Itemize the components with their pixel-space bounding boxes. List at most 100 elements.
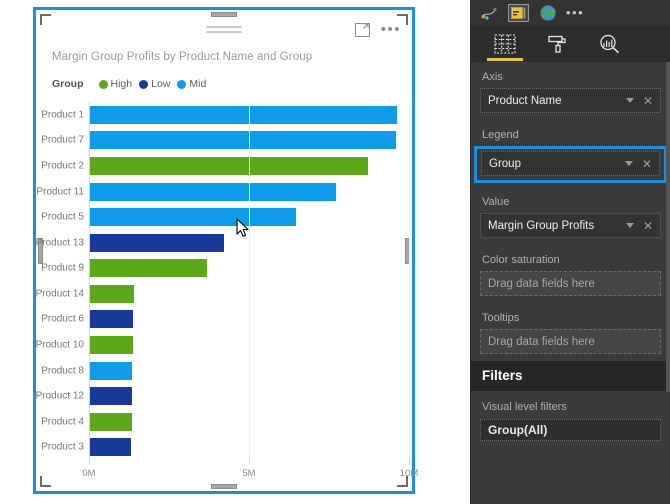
well-label: Tooltips [482,312,520,324]
category-label: Product 6 [41,313,84,325]
chart-legend: Group High Low Mid [52,78,206,90]
pane-scrollbar[interactable] [666,62,670,392]
category-label: Product 3 [41,441,84,453]
gridline [249,102,250,460]
bar[interactable] [90,361,133,380]
bar[interactable] [90,387,132,406]
well-label: Color saturation [482,254,560,266]
bar[interactable] [90,310,134,329]
axis-tick [249,460,250,465]
visual-level-filters-label: Visual level filters [482,401,567,413]
report-canvas[interactable]: ••• Margin Group Profits by Product Name… [0,0,470,504]
bar[interactable] [90,335,133,354]
visualizations-pane[interactable]: ••• Axis Product Name ✕ Legend Group ✕ V… [470,0,670,504]
scatter-chart-icon[interactable] [479,4,500,22]
well-field-chip[interactable]: Margin Group Profits ✕ [480,213,661,238]
well-field-name: Group [489,157,521,170]
well-highlight-frame[interactable]: Group ✕ [474,146,667,183]
filter-item-group[interactable]: Group(All) [480,419,661,441]
category-label: Product 5 [41,211,84,223]
resize-handle-top[interactable] [211,12,237,17]
well-label: Axis [482,71,503,83]
category-label: Product 13 [35,237,84,249]
filters-heading: Filters [471,361,670,391]
bar[interactable] [90,156,369,175]
legend-item-high[interactable]: High [98,78,133,90]
bar[interactable] [90,412,132,431]
legend-label-low: Low [151,78,171,90]
bar[interactable] [90,259,207,278]
well-field-name: Drag data fields here [488,335,595,348]
value-axis: 0M 5M 10M [82,460,418,484]
well-label: Legend [482,129,519,141]
well-field-chip[interactable]: Group ✕ [481,151,660,176]
well-dropzone[interactable]: Drag data fields here [480,271,661,296]
resize-handle-bottom[interactable] [211,484,237,489]
category-label: Product 14 [35,288,84,300]
bar[interactable] [90,233,225,252]
bar[interactable] [90,182,337,201]
legend-swatch-low [139,79,149,89]
bar[interactable] [90,105,398,124]
fields-tab[interactable] [487,30,523,61]
legend-item-low[interactable]: Low [139,78,170,90]
legend-label-high: High [110,78,133,90]
map-visual-icon[interactable] [537,4,558,22]
category-label: Product 9 [41,262,84,274]
well-field-name: Product Name [488,94,562,107]
close-icon[interactable]: ✕ [642,158,652,170]
well-label: Value [482,196,510,208]
chart-plot-area[interactable]: Product 1 Product 7 Product 2 Product 11 Pro… [36,102,418,484]
focus-mode-icon[interactable] [354,22,370,38]
legend-label-mid: Mid [189,78,207,90]
category-label: Product 1 [41,109,84,121]
category-label: Product 4 [41,416,84,428]
axis-tick [89,460,90,465]
card-visual-icon[interactable] [508,4,529,22]
visual-title: Margin Group Profits by Product Name and… [52,51,313,63]
mouse-cursor [236,218,250,243]
bars-area[interactable] [89,102,410,460]
resize-handle-top-left[interactable] [40,14,51,25]
axis-tick-label: 5M [242,468,256,479]
category-label: Product 2 [41,160,84,172]
chevron-down-icon[interactable] [625,98,634,103]
close-icon[interactable]: ✕ [643,220,653,232]
well-field-chip[interactable]: Product Name ✕ [480,88,661,113]
pane-tab-strip[interactable] [471,26,670,62]
legend-swatch-high [98,79,108,89]
visual-container[interactable]: ••• Margin Group Profits by Product Name… [36,10,418,491]
category-label: Product 7 [41,134,84,146]
gallery-more-icon[interactable]: ••• [566,6,584,19]
bar[interactable] [90,131,396,150]
legend-swatch-mid [177,79,187,89]
category-axis-labels: Product 1 Product 7 Product 2 Product 11 Pro… [36,102,89,460]
category-label: Product 10 [35,339,84,351]
field-wells[interactable]: Axis Product Name ✕ Legend Group ✕ Value Margin… [471,62,670,354]
bar[interactable] [90,438,131,457]
axis-tick-label: 10M [399,468,419,479]
close-icon[interactable]: ✕ [643,95,653,107]
bar[interactable] [90,284,134,303]
visual-header-actions[interactable]: ••• [354,22,401,38]
well-field-name: Drag data fields here [488,277,595,290]
category-label: Product 11 [36,186,84,197]
axis-tick [409,460,410,465]
well-dropzone[interactable]: Drag data fields here [480,329,661,354]
legend-item-mid[interactable]: Mid [177,78,206,90]
drag-grip-icon[interactable] [206,26,242,35]
well-field-name: Margin Group Profits [488,219,595,232]
more-options-icon[interactable]: ••• [381,22,401,37]
visualization-gallery[interactable]: ••• [471,0,670,26]
bar[interactable] [90,208,297,227]
axis-tick-label: 0M [82,468,96,479]
chevron-down-icon[interactable] [624,161,633,166]
selected-visual-frame[interactable]: ••• Margin Group Profits by Product Name… [33,7,418,494]
legend-title: Group [52,78,84,90]
chevron-down-icon[interactable] [625,223,634,228]
value-axis-line [89,102,90,460]
analytics-tab[interactable] [595,30,623,58]
category-label: Product 12 [35,390,84,402]
category-label: Product 8 [41,365,84,376]
format-tab[interactable] [543,30,571,58]
